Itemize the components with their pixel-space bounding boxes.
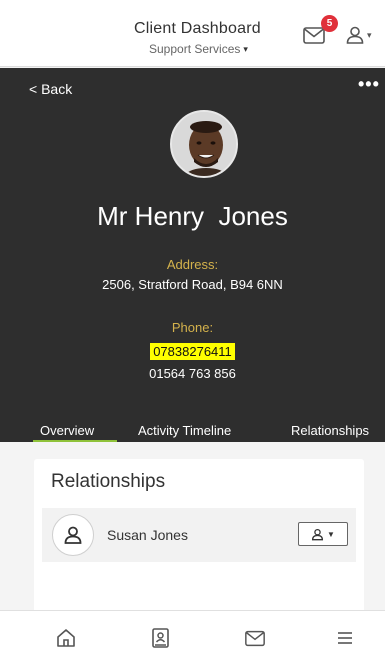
tab-activity-timeline[interactable]: Activity Timeline [138,423,231,438]
profile-tabs: Overview Activity Timeline Relationships [0,418,385,443]
nav-messages[interactable] [243,627,267,649]
chevron-down-icon: ▾ [367,29,372,40]
user-menu-button[interactable]: ▾ [345,24,377,46]
menu-icon [338,632,352,644]
tab-overview[interactable]: Overview [40,423,94,438]
relationships-title: Relationships [51,471,166,492]
relationships-card: Relationships Susan Jones ▼ [34,459,364,619]
nav-home[interactable] [54,627,78,649]
bottom-navigation [0,610,385,665]
service-selector[interactable]: Support Services ▾ [149,42,248,56]
chevron-down-icon: ▾ [243,43,248,54]
mail-icon [245,630,265,647]
client-avatar [170,110,238,178]
page-title: Client Dashboard [134,20,261,37]
client-profile-panel: < Back ••• Mr Henry Jones Address: 2506,… [0,68,385,442]
phone-secondary[interactable]: 01564 763 856 [0,366,385,381]
service-selector-label: Support Services [149,42,241,56]
main-content: Relationships Susan Jones ▼ [0,442,385,619]
user-icon [312,528,324,540]
more-options-button[interactable]: ••• [358,74,380,95]
notification-badge: 5 [321,15,338,32]
relationship-name: Susan Jones [107,527,188,543]
user-icon [346,26,364,44]
caret-down-icon: ▼ [327,529,335,539]
address-label: Address: [166,257,219,272]
tab-relationships[interactable]: Relationships [291,423,369,438]
phone-primary-row: 07838276411 [0,343,385,360]
contact-book-icon [152,628,169,648]
home-icon [57,629,75,647]
client-name: Mr Henry Jones [97,201,288,231]
nav-contacts[interactable] [148,627,172,649]
relationship-actions-dropdown[interactable]: ▼ [298,522,348,546]
list-item[interactable]: Susan Jones ▼ [42,508,356,562]
back-button[interactable]: < Back [29,81,72,97]
avatar [52,514,94,556]
nav-menu[interactable] [333,627,357,649]
user-icon [64,526,82,544]
phone-primary[interactable]: 07838276411 [150,343,235,360]
address-value: 2506, Stratford Road, B94 6NN [102,277,283,292]
top-header: Client Dashboard Support Services ▾ 5 ▾ [0,0,385,67]
phone-label: Phone: [171,320,214,335]
